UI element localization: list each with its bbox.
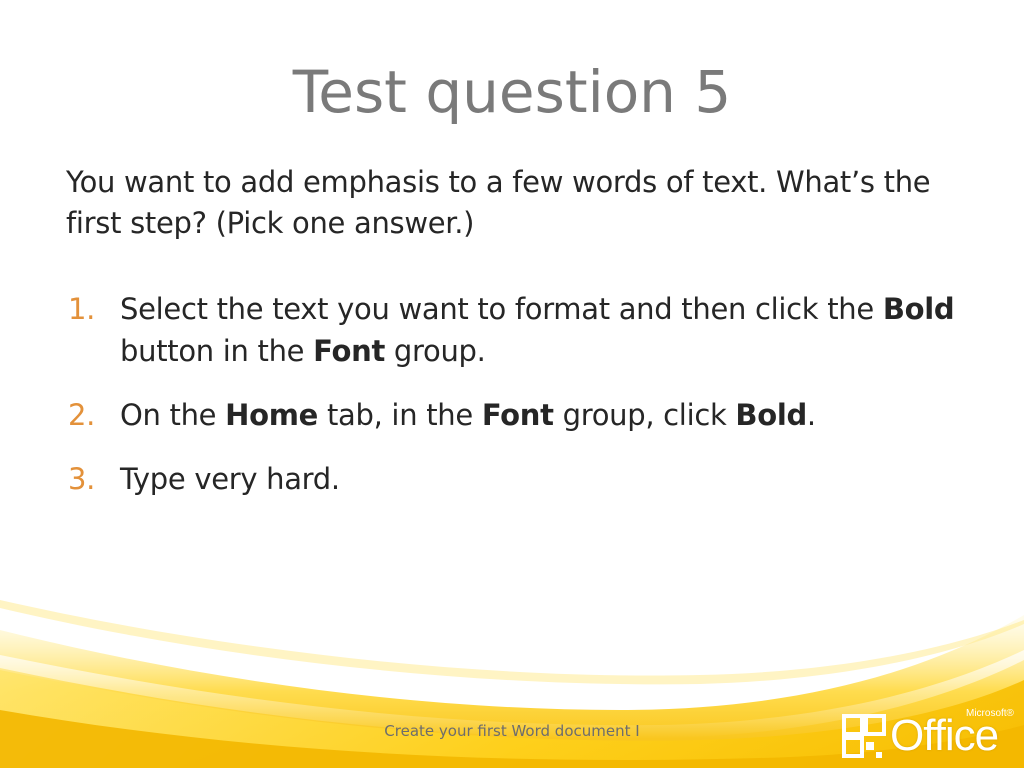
office-logo-icon bbox=[842, 714, 886, 758]
answer-text-part: Select the text you want to format and t… bbox=[120, 292, 883, 326]
answer-text-part: On the bbox=[120, 398, 226, 432]
answer-number: 3. bbox=[68, 462, 96, 496]
answer-text-bold: Home bbox=[225, 398, 319, 432]
answer-text-bold: Bold bbox=[735, 398, 807, 432]
answer-text: Type very hard. bbox=[120, 462, 340, 496]
slide: Test question 5 You want to add emphasis… bbox=[0, 0, 1024, 768]
answer-text-part: button in the bbox=[120, 334, 314, 368]
answer-text-part: group, click bbox=[553, 398, 736, 432]
office-logo-brand: Microsoft® bbox=[966, 708, 1014, 719]
answer-number: 2. bbox=[68, 398, 96, 432]
slide-title: Test question 5 bbox=[292, 58, 732, 126]
answer-number: 1. bbox=[68, 292, 96, 326]
answer-text-part: tab, in the bbox=[318, 398, 482, 432]
answer-list: 1. Select the text you want to format an… bbox=[0, 288, 1024, 522]
answer-text-part: group. bbox=[385, 334, 486, 368]
answer-text-bold: Font bbox=[481, 398, 554, 432]
answer-option-1[interactable]: 1. Select the text you want to format an… bbox=[0, 288, 970, 372]
office-logo: Office Microsoft® bbox=[838, 708, 1018, 764]
answer-option-2[interactable]: 2. On the Home tab, in the Font group, c… bbox=[0, 394, 970, 436]
answer-text-bold: Font bbox=[313, 334, 386, 368]
answer-text: On the Home tab, in the Font group, clic… bbox=[120, 398, 816, 432]
answer-text: Select the text you want to format and t… bbox=[120, 292, 955, 368]
question-text: You want to add emphasis to a few words … bbox=[66, 165, 931, 240]
answer-text-part: . bbox=[806, 398, 816, 432]
answer-text-bold: Bold bbox=[882, 292, 955, 326]
answer-option-3[interactable]: 3. Type very hard. bbox=[0, 458, 970, 500]
